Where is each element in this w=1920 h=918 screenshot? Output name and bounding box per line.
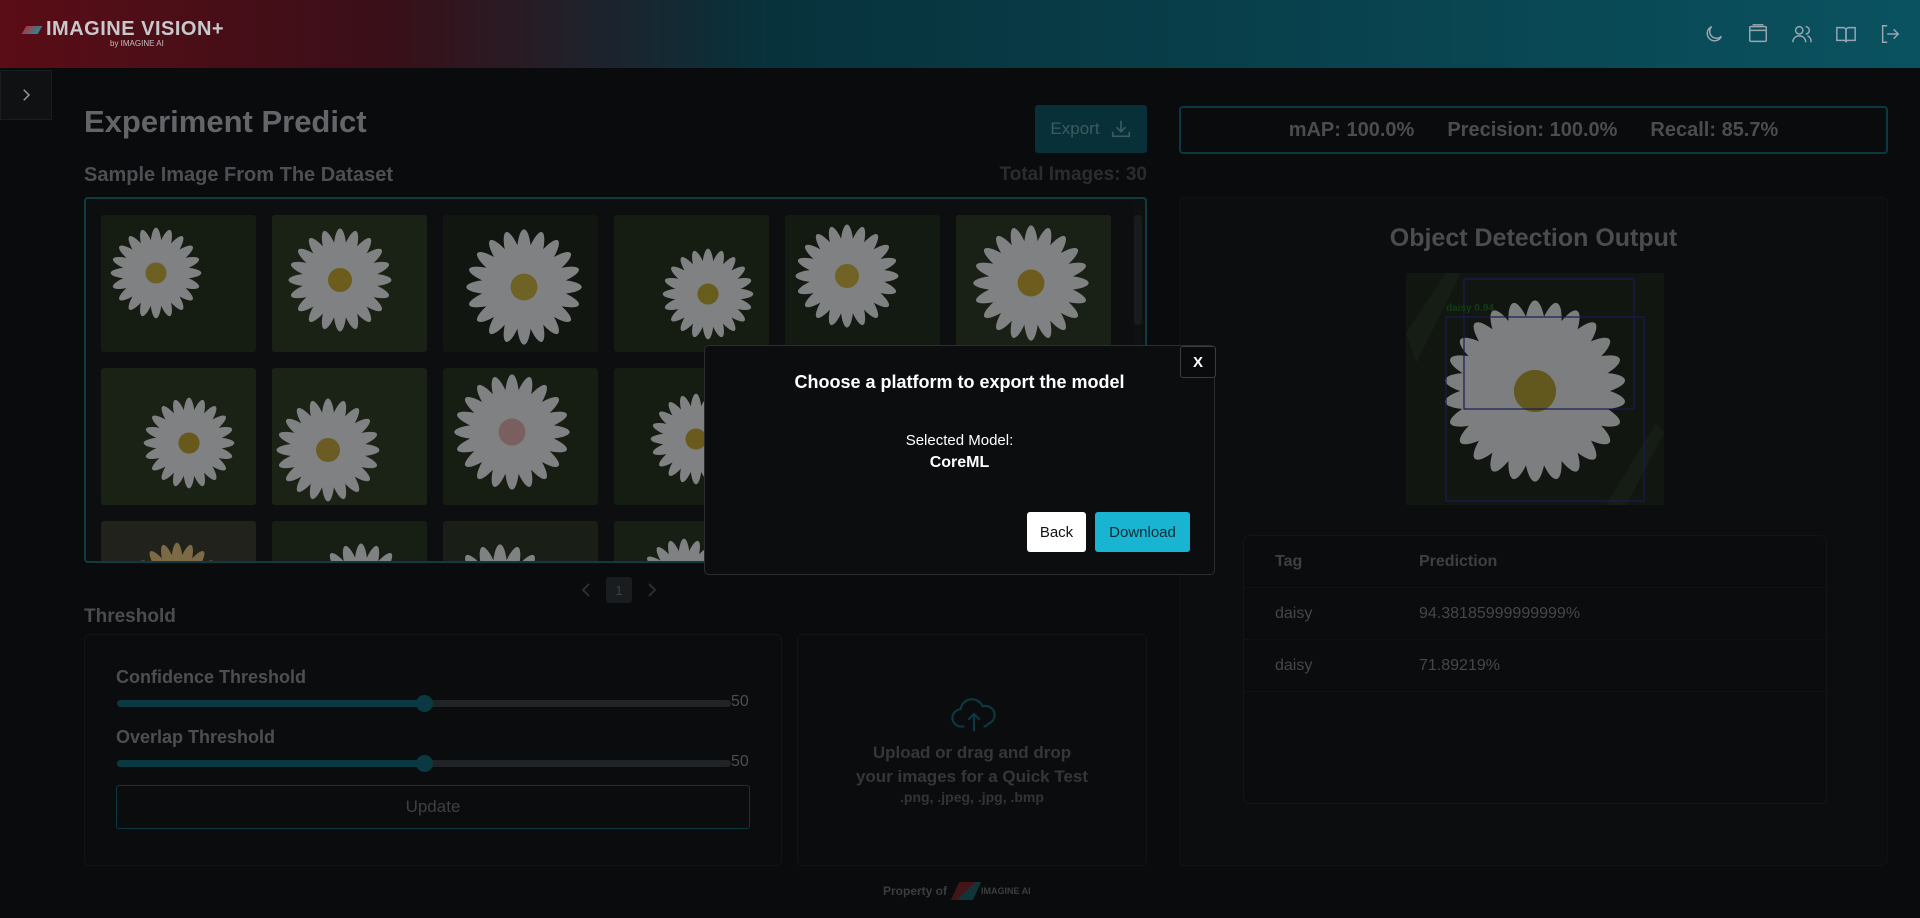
logo-mark-icon [21,25,43,34]
moon-icon[interactable] [1702,22,1726,46]
modal-title: Choose a platform to export the model [794,372,1125,392]
logout-icon[interactable] [1878,22,1902,46]
selected-model-label: Selected Model: [905,432,1014,449]
book-icon[interactable] [1834,22,1858,46]
back-button[interactable]: Back [1027,512,1086,552]
header-actions [1702,22,1902,46]
top-header: IMAGINE VISION+ by IMAGINE AI [0,0,1920,68]
download-button[interactable]: Download [1095,512,1190,552]
selected-model-value: CoreML [929,454,990,471]
window-icon[interactable] [1746,22,1770,46]
logo-brand-text: IMAGINE VISION+ [46,18,225,40]
app-logo[interactable]: IMAGINE VISION+ by IMAGINE AI [21,18,225,48]
app-root: IMAGINE VISION+ by IMAGINE AI Experiment… [0,0,1920,918]
export-modal: X Choose a platform to export the model … [704,345,1216,575]
users-icon[interactable] [1790,22,1814,46]
